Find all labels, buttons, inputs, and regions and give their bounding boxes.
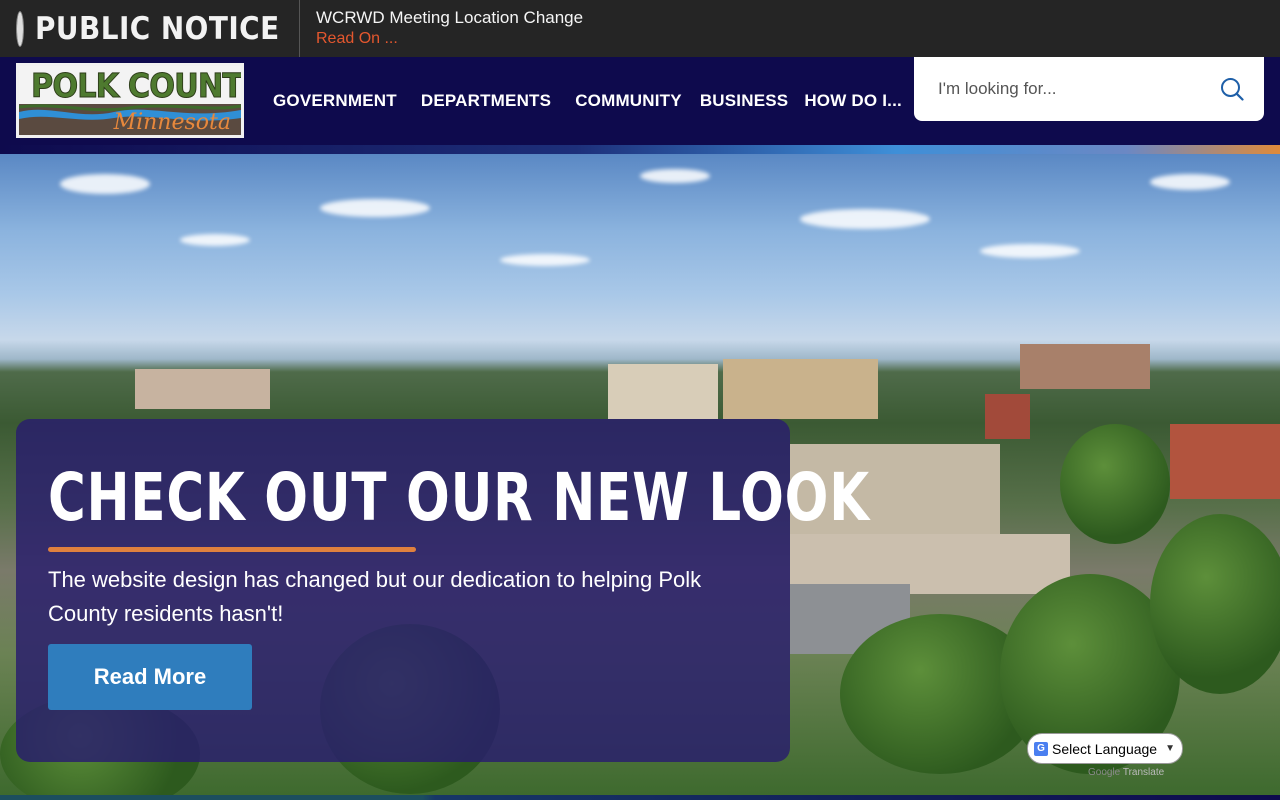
hero-banner: CHECK OUT OUR NEW LOOK The website desig… <box>0 154 1280 795</box>
search-icon[interactable] <box>1220 77 1244 101</box>
google-translate-icon: G <box>1034 741 1048 756</box>
notice-headline[interactable]: WCRWD Meeting Location Change <box>316 7 583 28</box>
hero-card: CHECK OUT OUR NEW LOOK The website desig… <box>16 419 869 762</box>
hero-title: CHECK OUT OUR NEW LOOK <box>48 459 870 536</box>
notice-read-on-link[interactable]: Read On ... <box>316 28 583 50</box>
logo-subtitle: Minnesota <box>113 110 231 135</box>
powered-by-suffix: Translate <box>1122 767 1165 778</box>
polk-county-logo[interactable]: POLK COUNTY Minnesota <box>16 63 244 138</box>
public-notice-bar: PUBLIC NOTICE WCRWD Meeting Location Cha… <box>0 0 1280 57</box>
search-input[interactable] <box>938 79 1208 99</box>
nav-item-departments[interactable]: DEPARTMENTS <box>421 91 551 111</box>
notice-title: PUBLIC NOTICE <box>35 10 280 47</box>
logo-title: POLK COUNTY <box>31 66 244 106</box>
bottom-section-edge <box>0 795 1280 800</box>
site-header: POLK COUNTY Minnesota GOVERNMENT DEPARTM… <box>0 57 1280 145</box>
search-box <box>914 57 1264 121</box>
nav-item-how-do-i[interactable]: HOW DO I... <box>804 91 902 111</box>
nav-item-community[interactable]: COMMUNITY <box>575 91 682 111</box>
language-select[interactable]: G Select Language ▼ <box>1027 733 1183 764</box>
hero-description: The website design has changed but our d… <box>48 567 702 626</box>
notice-label-area: PUBLIC NOTICE <box>0 0 300 57</box>
main-navigation: GOVERNMENT DEPARTMENTS COMMUNITY BUSINES… <box>273 57 926 145</box>
notice-content: WCRWD Meeting Location Change Read On ..… <box>300 7 583 50</box>
chevron-down-icon: ▼ <box>1165 743 1175 754</box>
alert-dot-icon <box>17 11 23 46</box>
header-accent-stripe <box>0 145 1280 154</box>
powered-by-brand: Google <box>1088 767 1121 778</box>
nav-item-government[interactable]: GOVERNMENT <box>273 91 397 111</box>
hero-divider <box>48 547 416 552</box>
nav-item-business[interactable]: BUSINESS <box>700 91 789 111</box>
powered-by-google[interactable]: Google Translate <box>1088 767 1164 778</box>
read-more-button[interactable]: Read More <box>48 644 252 710</box>
language-select-label: Select Language <box>1052 740 1158 757</box>
